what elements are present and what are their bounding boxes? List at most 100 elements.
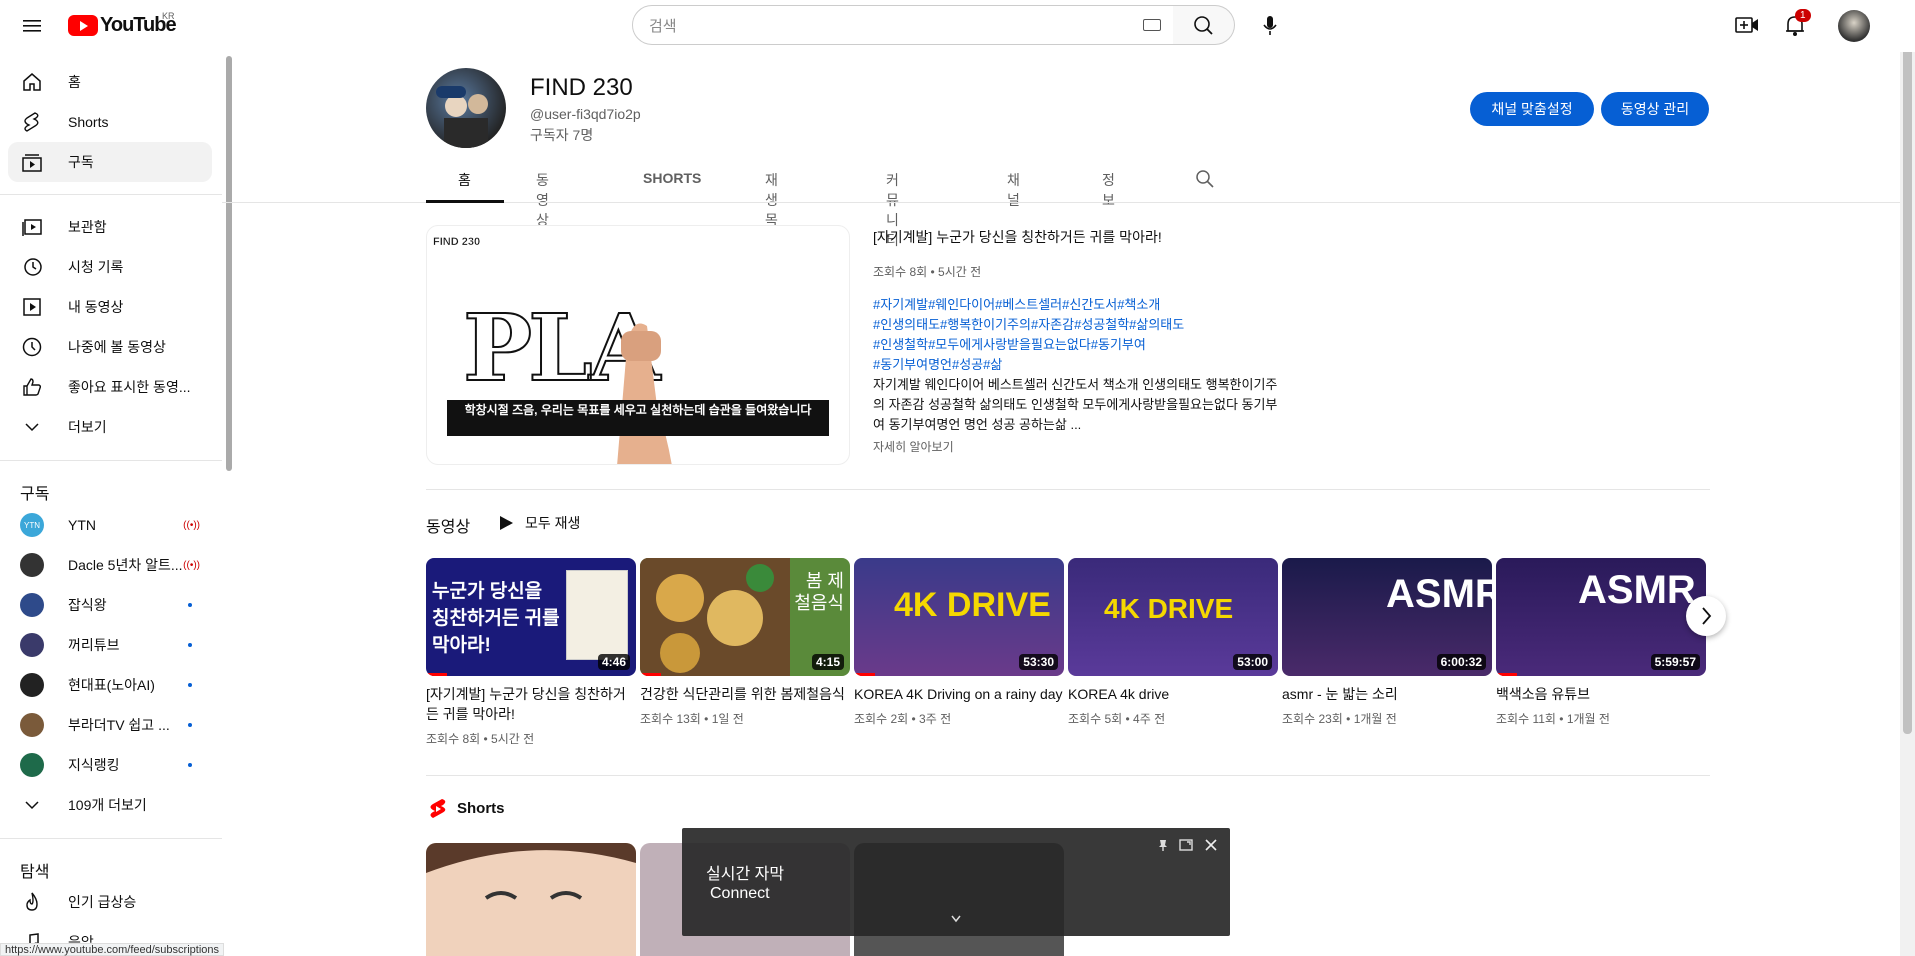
sidebar-sub-kkeori[interactable]: 꺼리튜브: [8, 625, 212, 665]
video-title[interactable]: 백색소음 유튜브: [1496, 684, 1706, 704]
sidebar-item-label: 홈: [68, 74, 81, 90]
video-thumbnail[interactable]: ASMR 5:59:57: [1496, 558, 1706, 676]
sidebar-divider: [0, 194, 222, 195]
sidebar-sub-brotherTV[interactable]: 부라더TV 쉽고 ...: [8, 705, 212, 745]
search-icon: [1194, 16, 1213, 35]
sidebar-item-label: 꺼리튜브: [68, 637, 120, 653]
close-icon[interactable]: [1204, 838, 1218, 852]
video-meta: 조회수 13회 • 1일 전: [640, 712, 744, 726]
history-icon: [20, 255, 44, 279]
shorts-icon: [20, 110, 44, 134]
page-scrollbar[interactable]: [1900, 0, 1915, 956]
sidebar-item-label: 현대표(노아AI): [68, 677, 155, 693]
sidebar-item-shorts[interactable]: Shorts: [8, 102, 212, 142]
live-caption-popup[interactable]: 실시간 자막 Connect: [682, 828, 1230, 936]
sidebar-sub-ytn[interactable]: YTN YTN ((•)): [8, 505, 212, 545]
hashtag-line[interactable]: #동기부여명언#성공#삶: [873, 355, 1273, 375]
sidebar-item-your-videos[interactable]: 내 동영상: [8, 287, 212, 327]
menu-icon[interactable]: [20, 14, 44, 38]
video-title[interactable]: KOREA 4K Driving on a rainy day: [854, 684, 1064, 704]
video-title[interactable]: [자기계발] 누군가 당신을 칭찬하거든 귀를 막아라!: [426, 684, 636, 724]
search-placeholder: 검색: [649, 17, 677, 35]
hashtag-line[interactable]: #인생의태도#행복한이기주의#자존감#성공철학#삶의태도: [873, 315, 1273, 335]
video-title[interactable]: asmr - 눈 밟는 소리: [1282, 684, 1492, 704]
video-thumbnail[interactable]: 4K DRIVE 53:00: [1068, 558, 1278, 676]
featured-description: 자기계발 웨인다이어 베스트셀러 신간도서 책소개 인생의태도 행복한이기주의 …: [873, 377, 1278, 432]
sidebar-item-home[interactable]: 홈: [8, 62, 212, 102]
featured-video-title[interactable]: [자기계발] 누군가 당신을 칭찬하거든 귀를 막아라!: [873, 227, 1162, 247]
play-all-button[interactable]: 모두 재생: [497, 513, 580, 533]
channel-avatar-large[interactable]: [426, 68, 506, 148]
featured-video-thumbnail[interactable]: FIND 230 PLA 학창시절 즈음, 우리는 목표를 세우고 실천하는데 …: [426, 225, 850, 465]
create-video-icon[interactable]: [1734, 12, 1760, 38]
channel-avatar: [20, 673, 44, 697]
watch-progress: [640, 673, 661, 676]
customize-channel-button[interactable]: 채널 맞춤설정: [1470, 92, 1594, 126]
thumb-text: 봄 제철음식: [794, 571, 844, 613]
chevron-down-icon[interactable]: [950, 914, 962, 924]
video-card[interactable]: 누군가 당신을 칭찬하거든 귀를 막아라! 4:46 [자기계발] 누군가 당신…: [426, 558, 636, 747]
featured-thumb-label: FIND 230: [433, 236, 481, 248]
sidebar-more-subs[interactable]: 109개 더보기: [8, 785, 212, 825]
sidebar-sub-japsikwang[interactable]: 잡식왕: [8, 585, 212, 625]
sidebar-item-watch-later[interactable]: 나중에 볼 동영상: [8, 327, 212, 367]
keyboard-icon[interactable]: [1143, 19, 1161, 31]
watch-progress: [854, 673, 875, 676]
video-card[interactable]: 봄 제철음식 4:15 건강한 식단관리를 위한 봄제철음식 조회수 13회 •…: [640, 558, 850, 727]
sidebar-item-library[interactable]: 보관함: [8, 207, 212, 247]
video-card[interactable]: 4K DRIVE 53:30 KOREA 4K Driving on a rai…: [854, 558, 1064, 727]
read-more-link[interactable]: 자세히 알아보기: [873, 438, 954, 455]
tab-videos[interactable]: 동영상: [536, 170, 549, 230]
account-avatar[interactable]: [1838, 10, 1870, 42]
sidebar-item-trending[interactable]: 인기 급상승: [8, 882, 212, 922]
sidebar-scrollbar[interactable]: [226, 56, 232, 471]
sidebar-item-label: 시청 기록: [68, 259, 124, 275]
sidebar-item-subscriptions[interactable]: 구독: [8, 142, 212, 182]
video-thumbnail[interactable]: 누군가 당신을 칭찬하거든 귀를 막아라! 4:46: [426, 558, 636, 676]
country-code: KR: [162, 11, 175, 21]
video-thumbnail[interactable]: ASMR 6:00:32: [1282, 558, 1492, 676]
tab-about[interactable]: 정보: [1102, 170, 1115, 210]
page-scrollbar-thumb[interactable]: [1903, 4, 1912, 734]
active-tab-indicator: [426, 200, 504, 203]
youtube-logo[interactable]: YouTube KR: [68, 11, 177, 37]
manage-videos-button[interactable]: 동영상 관리: [1601, 92, 1709, 126]
sidebar-sub-jisikranking[interactable]: 지식랭킹: [8, 745, 212, 785]
video-card[interactable]: ASMR 5:59:57 백색소음 유튜브 조회수 11회 • 1개월 전: [1496, 558, 1706, 727]
expand-icon[interactable]: [1179, 838, 1193, 852]
channel-handle: @user-fi3qd7io2p: [530, 106, 641, 122]
video-thumbnail[interactable]: 봄 제철음식 4:15: [640, 558, 850, 676]
video-card[interactable]: ASMR 6:00:32 asmr - 눈 밟는 소리 조회수 23회 • 1개…: [1282, 558, 1492, 727]
search-input[interactable]: 검색: [632, 5, 1174, 45]
tab-home[interactable]: 홈: [458, 170, 471, 190]
trending-icon: [20, 890, 44, 914]
pin-icon[interactable]: [1156, 838, 1170, 852]
notification-badge: 1: [1795, 9, 1811, 22]
channel-search-icon[interactable]: [1194, 168, 1216, 190]
videos-section-title[interactable]: 동영상: [426, 513, 470, 537]
thumb-text: ASMR: [1578, 568, 1696, 612]
sidebar-sub-dacle[interactable]: Dacle 5년차 알트... ((•)): [8, 545, 212, 585]
video-card[interactable]: 4K DRIVE 53:00 KOREA 4k drive 조회수 5회 • 4…: [1068, 558, 1278, 727]
short-thumbnail[interactable]: [426, 843, 636, 956]
video-title[interactable]: 건강한 식단관리를 위한 봄제철음식: [640, 684, 850, 704]
hashtag-line[interactable]: #인생철학#모두에게사랑받을필요는없다#동기부여: [873, 335, 1273, 355]
hashtag-line[interactable]: #자기계발#웨인다이어#베스트셀러#신간도서#책소개: [873, 295, 1273, 315]
mic-icon[interactable]: [1254, 9, 1286, 41]
sidebar-item-more[interactable]: 더보기: [8, 407, 212, 447]
video-meta: 조회수 11회 • 1개월 전: [1496, 712, 1610, 726]
home-icon: [20, 70, 44, 94]
video-thumbnail[interactable]: 4K DRIVE 53:30: [854, 558, 1064, 676]
play-all-label: 모두 재생: [525, 515, 581, 531]
sidebar-item-liked[interactable]: 좋아요 표시한 동영...: [8, 367, 212, 407]
tab-shorts[interactable]: SHORTS: [643, 170, 701, 186]
sidebar-sub-hyundaepyo[interactable]: 현대표(노아AI): [8, 665, 212, 705]
sidebar-divider: [0, 460, 222, 461]
sidebar-item-history[interactable]: 시청 기록: [8, 247, 212, 287]
shorts-section-title[interactable]: Shorts: [457, 800, 505, 817]
search-button[interactable]: [1173, 5, 1235, 45]
video-title[interactable]: KOREA 4k drive: [1068, 684, 1278, 704]
youtube-play-icon: [68, 14, 98, 36]
tab-channels[interactable]: 채널: [1007, 170, 1020, 210]
carousel-next-button[interactable]: [1686, 596, 1726, 636]
